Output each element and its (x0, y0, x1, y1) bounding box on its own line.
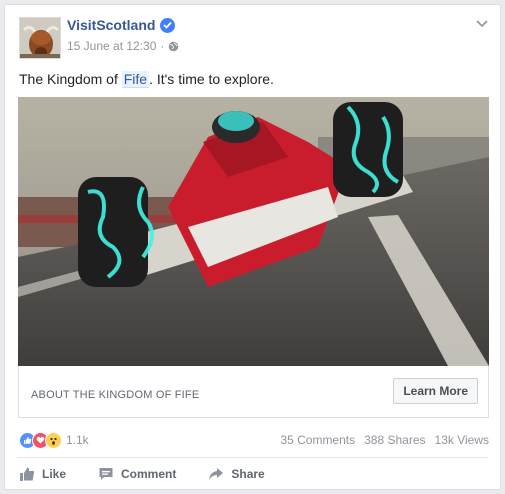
highland-cow-avatar-image (20, 18, 60, 58)
page-name-link[interactable]: VisitScotland (67, 17, 155, 33)
views-count[interactable]: 13k Views (435, 433, 489, 447)
post-meta: 15 June at 12:30 · (67, 39, 179, 53)
comment-icon (99, 468, 113, 480)
ad-footer: ABOUT THE KINGDOM OF FIFE Learn More (18, 366, 489, 418)
race-car-video-image (18, 97, 489, 366)
reaction-count: 1.1k (66, 433, 89, 447)
video-thumbnail[interactable] (18, 97, 489, 366)
share-arrow-icon (209, 468, 224, 480)
post-text-start: The Kingdom of (19, 71, 122, 87)
globe-icon (169, 41, 179, 51)
post-timestamp[interactable]: 15 June at 12:30 (67, 39, 156, 53)
post-message: The Kingdom of Fife. It's time to explor… (19, 71, 274, 88)
share-label: Share (231, 467, 265, 481)
post-stats: 1.1k 35 Comments 388 Shares 13k Views (19, 429, 489, 451)
like-label: Like (42, 467, 67, 481)
page-avatar[interactable] (19, 17, 61, 59)
like-button[interactable]: Like (19, 466, 66, 482)
shares-count[interactable]: 388 Shares (364, 433, 425, 447)
chevron-down-icon[interactable] (474, 17, 490, 29)
engagement-counts: 35 Comments 388 Shares 13k Views (280, 433, 489, 447)
comment-button[interactable]: Comment (98, 466, 176, 482)
comments-count[interactable]: 35 Comments (280, 433, 355, 447)
post-actions: Like Comment Share (19, 466, 265, 482)
thumbs-up-icon (20, 467, 35, 481)
reactions-summary[interactable]: 1.1k (19, 431, 89, 449)
ad-caption: ABOUT THE KINGDOM OF FIFE (31, 389, 200, 401)
post-text-end: . It's time to explore. (149, 71, 274, 87)
post-card: VisitScotland 15 June at 12:30 · The Kin… (4, 4, 501, 490)
share-button[interactable]: Share (208, 466, 265, 482)
learn-more-button[interactable]: Learn More (393, 378, 478, 404)
meta-separator: · (160, 39, 165, 53)
verified-badge-icon (160, 17, 176, 33)
page-name-row: VisitScotland (67, 17, 176, 33)
comment-label: Comment (121, 467, 177, 481)
fife-link[interactable]: Fife (121, 71, 150, 88)
wow-reaction-icon (45, 431, 62, 449)
actions-divider (17, 457, 488, 458)
